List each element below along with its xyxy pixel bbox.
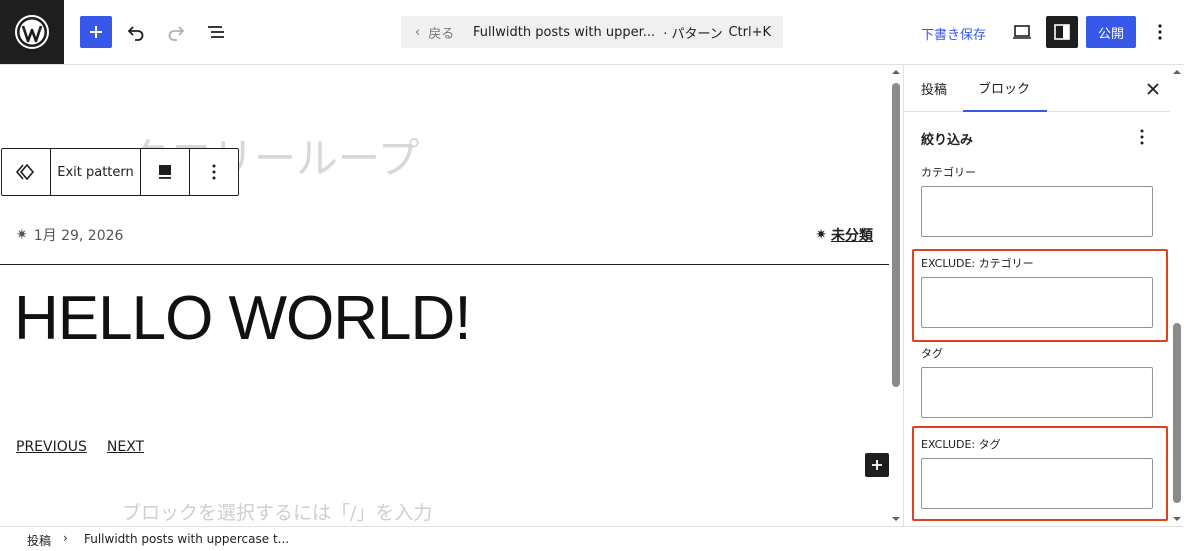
command-bar[interactable]: ‹ 戻る Fullwidth posts with upper... · パター… xyxy=(401,16,783,48)
exclude-tag-label: EXCLUDE: タグ xyxy=(921,438,1001,451)
post-category[interactable]: ✷ 未分類 xyxy=(815,225,873,245)
sparkle-icon: ✷ xyxy=(815,227,827,243)
pattern-button[interactable] xyxy=(2,149,51,195)
tab-block[interactable]: ブロック xyxy=(963,65,1047,112)
block-breadcrumb: 投稿 › Fullwidth posts with uppercase t... xyxy=(0,526,1184,551)
add-block-button[interactable] xyxy=(80,16,112,48)
editor-header: ‹ 戻る Fullwidth posts with upper... · パター… xyxy=(0,0,1184,65)
exclude-category-label: EXCLUDE: カテゴリー xyxy=(921,257,1034,270)
scroll-down-icon[interactable] xyxy=(1170,512,1184,526)
list-view-icon xyxy=(208,26,224,38)
filters-panel-title[interactable]: 絞り込み xyxy=(921,129,973,148)
block-appender-placeholder[interactable]: ブロックを選択するには「/」を入力 xyxy=(122,498,432,525)
settings-sidebar: 投稿 ブロック 絞り込み カテゴリー EXCLUDE: カテゴリー タグ EXC… xyxy=(903,65,1184,526)
plus-icon xyxy=(90,26,102,38)
scroll-up-icon[interactable] xyxy=(1170,65,1184,79)
close-icon xyxy=(1147,83,1159,95)
redo-button[interactable] xyxy=(160,16,192,48)
query-pagination: PREVIOUS NEXT xyxy=(16,439,144,455)
chevron-right-icon: › xyxy=(63,531,68,545)
undo-icon xyxy=(127,26,144,41)
breadcrumb-item-pattern[interactable]: Fullwidth posts with uppercase t... xyxy=(84,532,289,546)
tag-field[interactable] xyxy=(921,367,1153,418)
separator xyxy=(0,264,889,265)
sidebar-scrollbar[interactable] xyxy=(1170,65,1184,526)
post-date: ✷ 1月 29, 2026 xyxy=(16,225,123,245)
exclude-tag-field[interactable] xyxy=(921,458,1153,509)
breadcrumb-item-post[interactable]: 投稿 xyxy=(27,532,51,549)
close-sidebar-button[interactable] xyxy=(1141,77,1165,101)
back-label: 戻る xyxy=(428,26,455,42)
preview-button[interactable] xyxy=(1006,16,1038,48)
more-vertical-icon xyxy=(1140,129,1144,145)
post-date-text: 1月 29, 2026 xyxy=(33,228,124,244)
document-overview-button[interactable] xyxy=(200,16,232,48)
filters-options-button[interactable] xyxy=(1130,125,1154,149)
editor-canvas[interactable]: クエリーループ Exit pattern ✷ 1月 29, 2026 ✷ 未分類 xyxy=(0,65,889,526)
publish-button[interactable]: 公開 xyxy=(1086,16,1136,48)
sparkle-icon: ✷ xyxy=(16,227,28,243)
plus-icon xyxy=(872,460,882,470)
post-category-link[interactable]: 未分類 xyxy=(831,225,873,245)
exclude-category-field[interactable] xyxy=(921,277,1153,328)
scroll-down-icon[interactable] xyxy=(889,512,903,526)
scrollbar-thumb[interactable] xyxy=(1173,323,1181,503)
previous-link[interactable]: PREVIOUS xyxy=(16,439,87,455)
chevron-left-icon: ‹ xyxy=(415,24,421,40)
tab-post[interactable]: 投稿 xyxy=(921,65,947,112)
canvas-scrollbar[interactable] xyxy=(889,65,903,526)
sidebar-tabs: 投稿 ブロック xyxy=(904,65,1184,112)
category-label: カテゴリー xyxy=(921,166,976,179)
shortcut-hint: Ctrl+K xyxy=(728,24,771,40)
settings-toggle-button[interactable] xyxy=(1046,16,1078,48)
tag-label: タグ xyxy=(921,347,943,360)
block-toolbar: Exit pattern xyxy=(1,148,239,196)
options-button[interactable] xyxy=(1144,16,1176,48)
more-vertical-icon xyxy=(1158,24,1162,40)
category-field[interactable] xyxy=(921,186,1153,237)
document-type: · パターン xyxy=(663,26,723,42)
document-title: Fullwidth posts with upper... xyxy=(473,24,656,40)
back-link[interactable]: ‹ 戻る xyxy=(415,16,454,48)
align-icon xyxy=(159,165,171,179)
save-draft-button[interactable]: 下書き保存 xyxy=(921,24,986,43)
block-inserter-button[interactable] xyxy=(865,453,889,477)
desktop-icon xyxy=(1013,25,1031,39)
block-options-button[interactable] xyxy=(190,149,238,195)
redo-icon xyxy=(168,26,185,41)
sidebar-icon xyxy=(1054,24,1070,40)
scrollbar-thumb[interactable] xyxy=(892,83,900,387)
exit-pattern-button[interactable]: Exit pattern xyxy=(51,149,141,195)
post-title[interactable]: HELLO WORLD! xyxy=(14,283,472,354)
align-button[interactable] xyxy=(141,149,190,195)
wordpress-logo-icon[interactable] xyxy=(0,0,64,64)
pattern-icon xyxy=(15,163,35,181)
next-link[interactable]: NEXT xyxy=(107,439,144,455)
more-vertical-icon xyxy=(212,164,216,180)
scroll-up-icon[interactable] xyxy=(889,65,903,79)
undo-button[interactable] xyxy=(120,16,152,48)
